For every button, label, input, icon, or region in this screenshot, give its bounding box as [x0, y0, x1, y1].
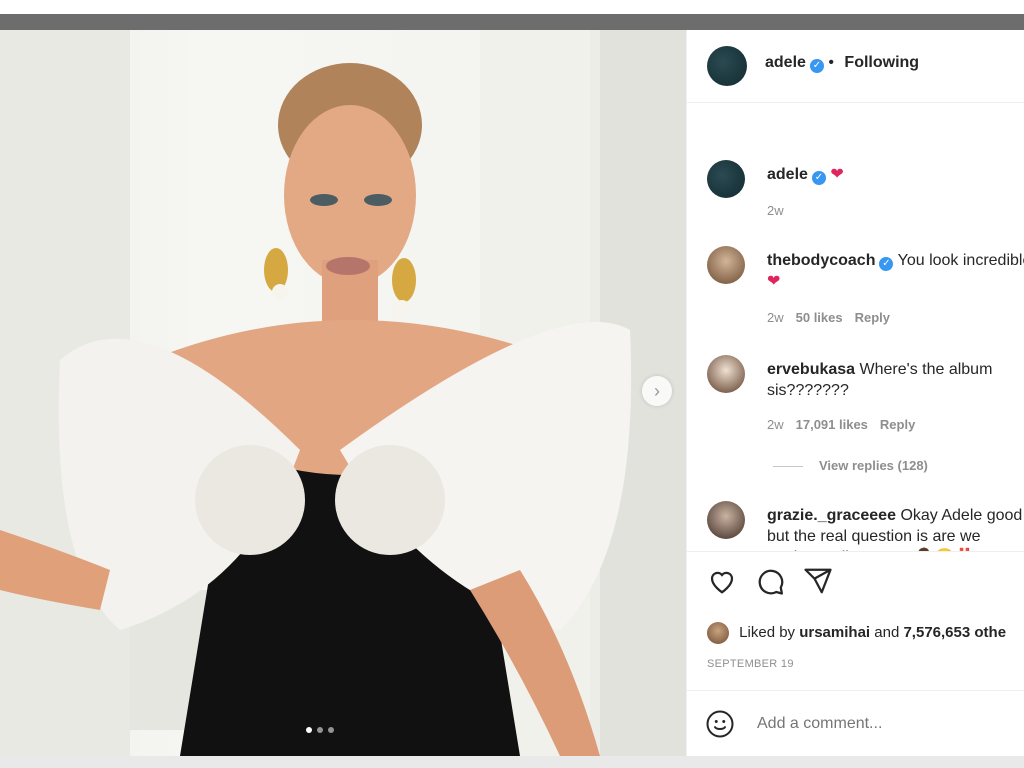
page-bottom-band — [0, 756, 1024, 768]
post-header: adele ✓ • Following — [687, 30, 1024, 103]
comment-username[interactable]: ervebukasa — [767, 361, 855, 378]
heart-emoji: ❤ — [830, 166, 844, 183]
heart-icon[interactable] — [707, 566, 737, 596]
commenter-avatar[interactable] — [707, 246, 745, 284]
reply-button[interactable]: Reply — [880, 417, 915, 432]
post-photo[interactable]: › — [0, 30, 686, 756]
commenter-avatar[interactable] — [707, 501, 745, 539]
like-count[interactable]: 7,576,653 othe — [903, 624, 1006, 641]
post-actions — [687, 551, 1024, 620]
comment-meta: 2w 17,091 likes Reply — [767, 417, 915, 432]
liked-and-label: and — [874, 623, 900, 641]
reply-button[interactable]: Reply — [855, 310, 890, 325]
comment-username[interactable]: thebodycoach — [767, 252, 875, 269]
comment-input[interactable] — [755, 714, 999, 734]
photo-illustration — [0, 30, 686, 756]
browser-top-strip — [0, 0, 1024, 15]
comment-meta: 2w 50 likes Reply — [767, 310, 890, 325]
chevron-right-icon: › — [654, 380, 660, 401]
comment-time: 2w — [767, 310, 784, 325]
carousel-dot — [328, 727, 334, 733]
next-photo-button[interactable]: › — [642, 376, 672, 406]
likes-line: Liked by ursamihai and 7,576,653 othe — [707, 622, 1006, 644]
comment-likes[interactable]: 17,091 likes — [796, 417, 868, 432]
caption-username[interactable]: adele — [767, 166, 808, 183]
add-comment-bar — [687, 690, 1024, 757]
carousel-indicator — [306, 727, 334, 733]
comment-text: grazie._graceeee Okay Adele good but the… — [767, 505, 1024, 551]
emoji-icon[interactable] — [705, 709, 735, 739]
comments-list: adele ✓ ❤ 2w thebodycoach ✓ You look incre… — [687, 103, 1024, 551]
author-username[interactable]: adele — [765, 54, 806, 71]
comment-likes[interactable]: 50 likes — [796, 310, 843, 325]
comment-username[interactable]: grazie._graceeee — [767, 507, 896, 524]
liker-avatar[interactable] — [707, 622, 729, 644]
comment-text: thebodycoach ✓ You look incredible ❤ — [767, 250, 1024, 292]
liked-by-user[interactable]: ursamihai — [799, 624, 870, 641]
caption-time: 2w — [767, 203, 784, 218]
author-avatar[interactable] — [707, 160, 745, 198]
verified-badge-icon: ✓ — [809, 59, 824, 73]
comment-text: ervebukasa Where's the album sis??????? — [767, 359, 1024, 401]
instagram-post: › adele ✓ • Following adele ✓ ❤ 2w thebo… — [0, 30, 1024, 756]
following-button[interactable]: Following — [844, 54, 919, 71]
author-avatar[interactable] — [707, 46, 747, 86]
share-icon[interactable] — [803, 566, 833, 596]
post-date: SEPTEMBER 19 — [707, 658, 794, 670]
heart-emoji: ❤ — [767, 273, 781, 290]
liked-by-label: Liked by — [739, 623, 796, 641]
verified-badge-icon: ✓ — [811, 171, 826, 185]
verified-badge-icon: ✓ — [879, 257, 894, 271]
author-line: adele ✓ • Following — [765, 54, 919, 73]
comment-body: You look incredible — [897, 252, 1024, 269]
view-replies-label: View replies (128) — [819, 458, 928, 473]
comment-time: 2w — [767, 417, 784, 432]
replies-divider — [773, 466, 803, 468]
view-replies-button[interactable]: View replies (128) — [773, 458, 928, 473]
carousel-dot — [306, 727, 312, 733]
commenter-avatar[interactable] — [707, 355, 745, 393]
page-band — [0, 14, 1024, 30]
carousel-dot — [317, 727, 323, 733]
caption-text: adele ✓ ❤ — [767, 164, 1024, 185]
dot-separator: • — [828, 54, 839, 71]
post-sidebar: adele ✓ • Following adele ✓ ❤ 2w thebodyco… — [686, 30, 1024, 756]
comment-icon[interactable] — [755, 566, 785, 596]
